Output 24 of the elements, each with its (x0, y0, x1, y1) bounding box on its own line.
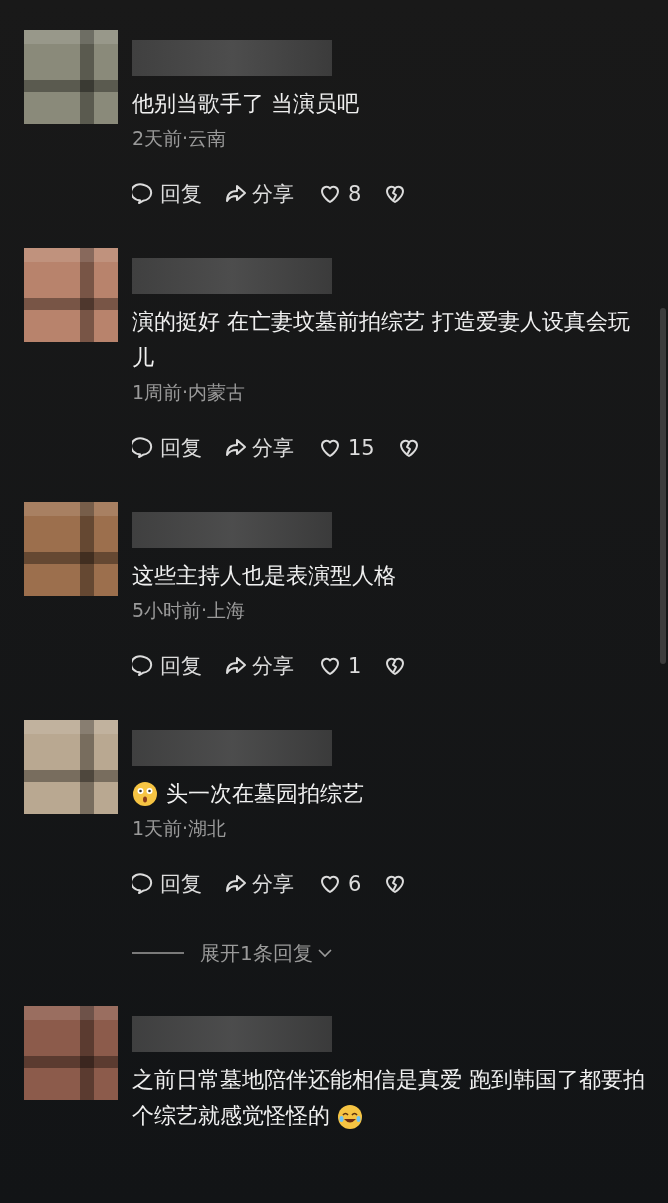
comment-text: 头一次在墓园拍综艺 (166, 780, 364, 808)
reply-button[interactable]: 回复 (132, 178, 202, 210)
comment-meta: 1天前·湖北 (132, 816, 228, 841)
comment-text: 他别当歌手了 当演员吧 (132, 90, 359, 118)
comment-text: 这些主持人也是表演型人格 (132, 562, 396, 590)
expand-replies-link[interactable]: 展开1条回复 (200, 938, 333, 968)
share-button[interactable]: 分享 (224, 868, 294, 900)
share-button[interactable]: 分享 (224, 650, 294, 682)
scrollbar[interactable] (660, 308, 666, 664)
chevron-down-icon (316, 948, 333, 958)
like-button[interactable]: 1 (318, 650, 362, 682)
reply-button[interactable]: 回复 (132, 650, 202, 682)
comment-meta: 2天前·云南 (132, 126, 228, 151)
share-button[interactable]: 分享 (224, 432, 294, 464)
like-button[interactable]: 8 (318, 178, 362, 210)
comment-meta: 5小时前·上海 (132, 598, 247, 623)
comment-text: 演的挺好 在亡妻坟墓前拍综艺 打造爱妻人设真会玩儿 (132, 308, 631, 372)
like-button[interactable]: 6 (318, 868, 362, 900)
reply-button[interactable]: 回复 (132, 432, 202, 464)
reply-button[interactable]: 回复 (132, 868, 202, 900)
like-button[interactable]: 15 (318, 432, 375, 464)
comment-text: 之前日常墓地陪伴还能相信是真爱 跑到韩国了都要拍个综艺就感觉怪怪的 (132, 1066, 646, 1132)
comment-meta: 1周前·内蒙古 (132, 380, 247, 405)
share-button[interactable]: 分享 (224, 178, 294, 210)
